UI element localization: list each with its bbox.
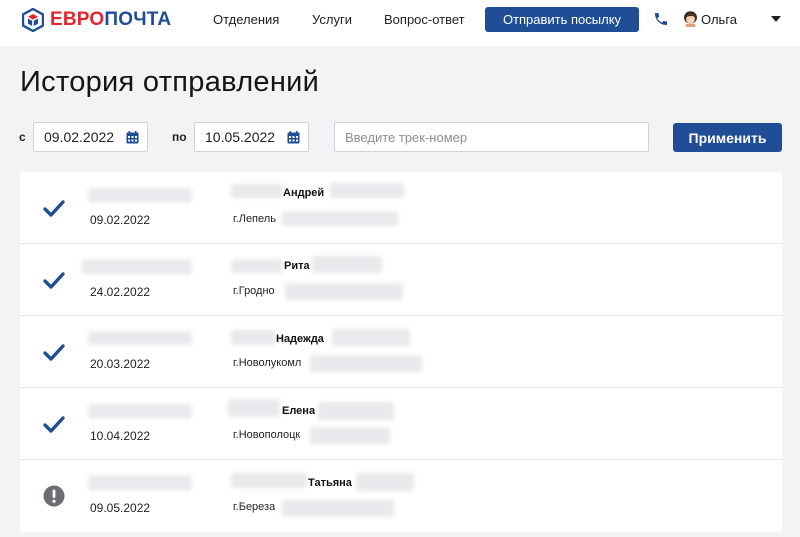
calendar-icon[interactable] — [126, 131, 139, 144]
shipment-date: 09.05.2022 — [90, 501, 151, 515]
recipient-name: Андрей — [283, 187, 325, 199]
recipient-name: Татьяна — [308, 477, 352, 489]
date-to-field[interactable]: 10.05.2022 — [194, 122, 309, 152]
redacted-track-number — [88, 404, 192, 418]
redacted-text — [318, 402, 394, 420]
redacted-text — [332, 329, 410, 346]
to-label: по — [172, 130, 187, 144]
redacted-text — [231, 473, 307, 488]
recipient-name: Рита — [284, 260, 310, 272]
date-from-field[interactable]: 09.02.2022 — [33, 122, 148, 152]
exclamation-icon — [43, 485, 65, 507]
apply-button[interactable]: Применить — [673, 123, 782, 152]
nav-offices[interactable]: Отделения — [213, 12, 279, 27]
recipient-city: г.Гродно — [233, 285, 275, 297]
recipient-city: г.Береза — [233, 501, 276, 513]
shipment-row[interactable]: 10.04.2022 Елена г.Новополоцк — [20, 388, 782, 460]
date-from-value: 09.02.2022 — [44, 129, 115, 145]
shipment-date: 10.04.2022 — [90, 429, 151, 443]
top-header: ЕВРОПОЧТА Отделения Услуги Вопрос-ответ … — [0, 0, 800, 46]
recipient-name: Надежда — [276, 333, 324, 345]
check-icon — [43, 416, 65, 433]
redacted-address — [282, 500, 394, 517]
date-to-value: 10.05.2022 — [205, 129, 276, 145]
recipient-city: г.Лепель — [233, 213, 276, 225]
shipment-row[interactable]: 20.03.2022 Надежда г.Новолукомл — [20, 316, 782, 388]
phone-icon[interactable] — [653, 11, 669, 27]
redacted-text — [330, 183, 404, 198]
page-title: История отправлений — [20, 66, 320, 98]
redacted-text — [231, 330, 276, 345]
shipment-row[interactable]: 24.02.2022 Рита г.Гродно — [20, 244, 782, 316]
from-label: с — [19, 130, 26, 144]
check-icon — [43, 200, 65, 217]
recipient-city: г.Новополоцк — [233, 429, 301, 441]
track-number-input[interactable] — [334, 122, 649, 152]
recipient-city: г.Новолукомл — [233, 357, 302, 369]
user-name: Ольга — [701, 11, 738, 27]
redacted-text — [356, 473, 414, 491]
shipment-list: 09.02.2022 Андрей г.Лепель 24.02.2022 Ри… — [20, 172, 782, 532]
redacted-text — [231, 184, 283, 198]
nav-faq[interactable]: Вопрос-ответ — [384, 12, 465, 27]
avatar-icon — [684, 11, 697, 27]
calendar-icon[interactable] — [287, 131, 300, 144]
redacted-text — [231, 259, 283, 273]
check-icon — [43, 344, 65, 361]
redacted-address — [310, 427, 390, 444]
shipment-date: 09.02.2022 — [90, 213, 151, 227]
shipment-row[interactable]: 09.05.2022 Татьяна г.Береза — [20, 460, 782, 532]
shipment-date: 24.02.2022 — [90, 285, 151, 299]
redacted-track-number — [88, 331, 192, 345]
redacted-address — [285, 283, 403, 300]
user-menu[interactable]: Ольга — [683, 11, 737, 27]
send-parcel-button[interactable]: Отправить посылку — [485, 7, 639, 32]
chevron-down-icon[interactable] — [771, 16, 781, 22]
logo[interactable]: ЕВРОПОЧТА — [22, 7, 171, 33]
redacted-address — [282, 211, 398, 226]
redacted-text — [228, 399, 280, 417]
logo-icon — [22, 8, 44, 32]
logo-text: ЕВРОПОЧТА — [50, 9, 172, 30]
redacted-track-number — [88, 188, 192, 202]
recipient-name: Елена — [282, 405, 316, 417]
redacted-text — [312, 256, 382, 273]
redacted-track-number — [82, 259, 192, 274]
redacted-address — [310, 355, 422, 372]
check-icon — [43, 272, 65, 289]
redacted-track-number — [88, 475, 192, 490]
shipment-row[interactable]: 09.02.2022 Андрей г.Лепель — [20, 172, 782, 244]
shipment-date: 20.03.2022 — [90, 357, 151, 371]
nav-services[interactable]: Услуги — [312, 12, 352, 27]
